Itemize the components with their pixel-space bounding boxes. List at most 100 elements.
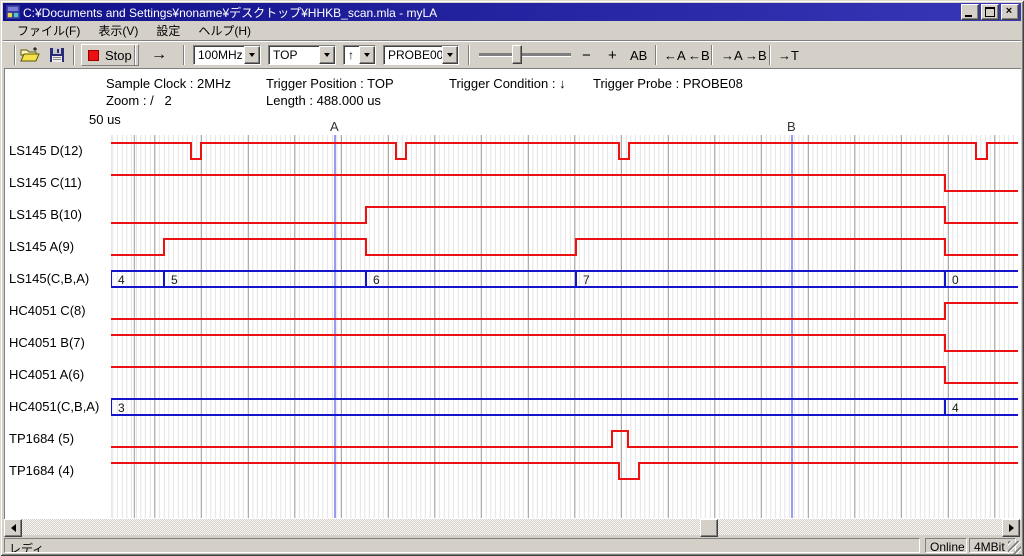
run-button[interactable]: → [142, 44, 176, 66]
waveform-channel-9 [111, 431, 1018, 447]
trigger-position-value: TOP [269, 46, 319, 64]
open-file-button[interactable] [18, 44, 42, 66]
bus-value: 3 [118, 401, 125, 415]
toolbar-separator [183, 45, 185, 65]
zoom-slider[interactable] [479, 53, 571, 56]
channel-label: HC4051 B(7) [9, 335, 85, 351]
bus-value: 5 [171, 273, 178, 287]
sample-clock-select[interactable]: 100MHz [193, 45, 261, 65]
waveform-channel-1 [111, 175, 1018, 191]
probe-dropdown-button[interactable] [442, 46, 458, 64]
toolbar: Stop → 100MHz TOP ↑ PROBE00 − + AB ←A ←B [3, 40, 1021, 69]
horizontal-scrollbar[interactable] [4, 519, 1020, 535]
scrollbar-thumb[interactable] [700, 519, 718, 537]
zoom-slider-thumb[interactable] [512, 45, 522, 64]
toolbar-separator [73, 45, 75, 65]
trigger-position-info: Trigger Position : TOP [266, 76, 394, 91]
zoom-out-button[interactable]: − [579, 44, 594, 66]
channel-label: LS145 C(11) [9, 175, 82, 191]
waveform-channel-2 [111, 207, 1018, 223]
trigger-position-select[interactable]: TOP [268, 45, 336, 65]
waveform-channel-10 [111, 463, 1018, 479]
channel-label: LS145 A(9) [9, 239, 74, 255]
stop-button[interactable]: Stop [81, 44, 139, 66]
waveform-channel-7 [111, 367, 1018, 383]
length-info: Length : 488.000 us [266, 93, 381, 108]
channel-label: LS145 D(12) [9, 143, 83, 159]
move-b-right-button[interactable]: →B [742, 44, 770, 66]
maximize-button[interactable] [981, 4, 999, 20]
sample-clock-dropdown-button[interactable] [244, 46, 260, 64]
trigger-probe-info: Trigger Probe : PROBE08 [593, 76, 743, 91]
trigger-condition-info: Trigger Condition : ↓ [449, 76, 566, 91]
trigger-edge-value: ↑ [344, 46, 359, 64]
time-scale-label: 50 us [89, 112, 121, 127]
toolbar-separator [655, 45, 657, 65]
window-title: C:¥Documents and Settings¥noname¥デスクトップ¥… [23, 4, 957, 21]
toolbar-separator [14, 45, 16, 65]
channel-label: HC4051(C,B,A) [9, 399, 99, 415]
channel-label: TP1684 (4) [9, 463, 74, 479]
toolbar-separator [468, 45, 470, 65]
trigger-edge-dropdown-button[interactable] [359, 46, 375, 64]
maximize-icon [985, 7, 995, 17]
bus-value: 7 [583, 273, 590, 287]
marker-b-label: B [787, 119, 796, 134]
toolbar-separator [134, 45, 136, 65]
channel-label: LS145 B(10) [9, 207, 82, 223]
waveform-canvas: 4 5 6 7 0 3 4 [111, 135, 1018, 518]
trigger-position-dropdown-button[interactable] [319, 46, 335, 64]
minimize-icon [965, 15, 972, 17]
waveform-channel-6 [111, 335, 1018, 351]
floppy-disk-icon [49, 47, 65, 63]
chevron-down-icon [364, 53, 370, 57]
marker-a-label: A [330, 119, 339, 134]
toolbar-separator [711, 45, 713, 65]
channel-label: HC4051 A(6) [9, 367, 84, 383]
ab-span-button[interactable]: AB [627, 44, 650, 66]
menu-view[interactable]: 表示(V) [89, 20, 147, 41]
close-icon: × [1002, 4, 1016, 18]
resize-grip[interactable] [1008, 541, 1021, 554]
scroll-right-button[interactable] [1002, 519, 1020, 537]
bus-value: 4 [118, 273, 125, 287]
sample-clock-value: 100MHz [194, 46, 244, 64]
waveform-channel-3 [111, 239, 1018, 255]
channel-label: TP1684 (5) [9, 431, 74, 447]
zoom-in-button[interactable]: + [605, 44, 620, 66]
title-bar: C:¥Documents and Settings¥noname¥デスクトップ¥… [3, 3, 1021, 21]
open-folder-icon [20, 47, 40, 63]
probe-value: PROBE00 [384, 46, 442, 64]
menu-settings[interactable]: 設定 [147, 20, 189, 41]
scroll-left-button[interactable] [4, 519, 22, 537]
bus-channel-4 [111, 271, 1018, 287]
toolbar-separator [769, 45, 771, 65]
arrow-right-icon [1009, 524, 1014, 532]
menu-help[interactable]: ヘルプ(H) [189, 20, 260, 41]
chevron-down-icon [447, 53, 453, 57]
zoom-info: Zoom : / 2 [106, 93, 172, 108]
minimize-button[interactable] [961, 4, 979, 20]
waveform-channel-5 [111, 303, 1018, 319]
bus-channel-8 [111, 399, 1018, 415]
waveform-channel-0 [111, 143, 1018, 159]
move-b-left-button[interactable]: ←B [685, 44, 713, 66]
arrow-left-icon [11, 524, 16, 532]
waveform-plot[interactable]: 4 5 6 7 0 3 4 [111, 135, 1018, 518]
online-status-badge: Online [925, 538, 967, 553]
save-button[interactable] [45, 44, 69, 66]
channel-label: LS145(C,B,A) [9, 271, 89, 287]
menu-file[interactable]: ファイル(F) [8, 20, 89, 41]
probe-select[interactable]: PROBE00 [383, 45, 459, 65]
close-button[interactable]: × [1001, 4, 1019, 20]
channel-label: HC4051 C(8) [9, 303, 86, 319]
waveform-client-area: Sample Clock : 2MHz Trigger Position : T… [4, 68, 1021, 520]
bus-value: 4 [952, 401, 959, 415]
bus-value: 6 [373, 273, 380, 287]
goto-trigger-button[interactable]: →T [775, 44, 802, 66]
app-window: C:¥Documents and Settings¥noname¥デスクトップ¥… [0, 0, 1024, 556]
menu-bar: ファイル(F) 表示(V) 設定 ヘルプ(H) [3, 21, 1021, 40]
sample-clock-info: Sample Clock : 2MHz [106, 76, 231, 91]
bus-value: 0 [952, 273, 959, 287]
trigger-edge-select[interactable]: ↑ [343, 45, 376, 65]
